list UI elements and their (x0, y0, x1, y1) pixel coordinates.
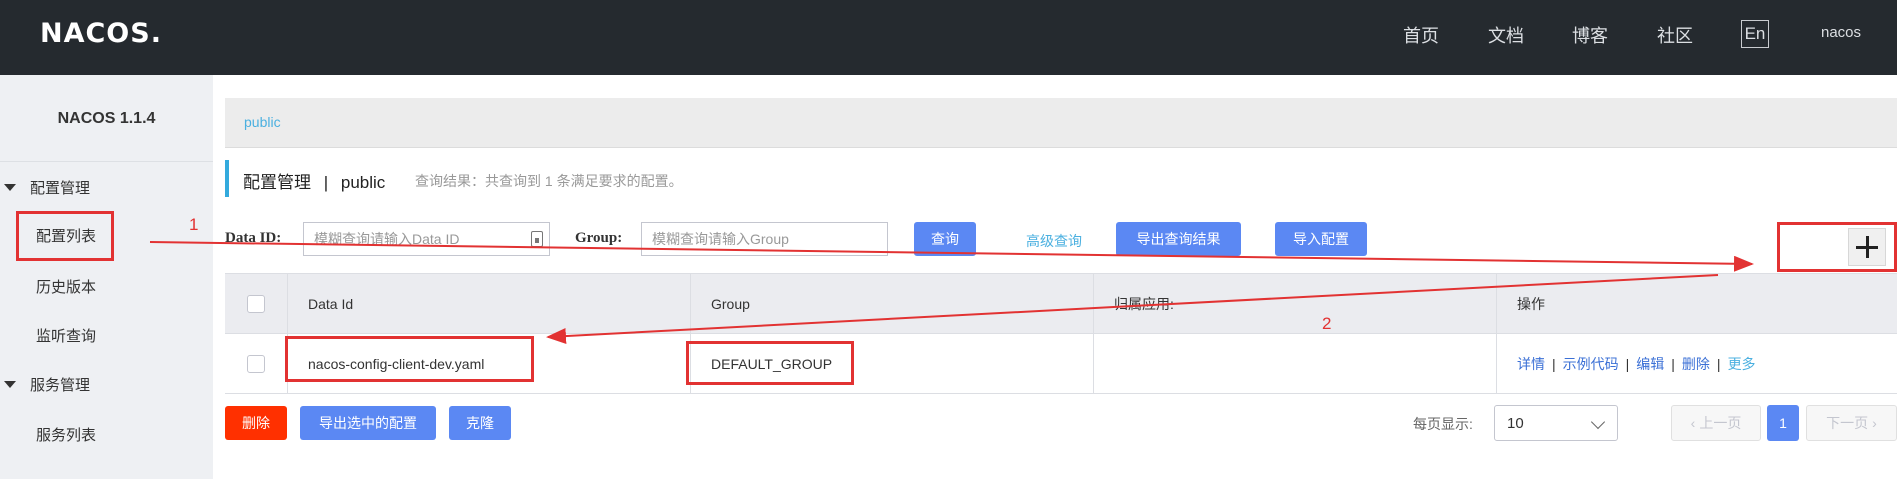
table-row: nacos-config-client-dev.yaml DEFAULT_GRO… (225, 334, 1897, 394)
sidebar-item-listener-query[interactable]: 监听查询 (36, 325, 96, 346)
namespace-link-public[interactable]: public (244, 114, 281, 130)
delete-selected-button[interactable]: 删除 (225, 406, 287, 440)
page-size-label: 每页显示: (1413, 416, 1473, 432)
action-detail-link[interactable]: 详情 (1517, 354, 1545, 374)
select-all-checkbox[interactable] (247, 295, 265, 313)
keyboard-icon (531, 231, 543, 247)
page-1-button[interactable]: 1 (1767, 405, 1799, 441)
sidebar-group-label: 配置管理 (30, 179, 91, 197)
export-selected-button[interactable]: 导出选中的配置 (300, 406, 436, 440)
select-all-cell (225, 274, 288, 334)
chevron-left-icon: ‹ (1690, 415, 1696, 431)
top-navbar: NACOS. 首页 文档 博客 社区 En nacos (0, 0, 1897, 75)
data-id-input[interactable]: 模糊查询请输入Data ID (303, 222, 550, 256)
import-config-button[interactable]: 导入配置 (1275, 222, 1367, 256)
sidebar-group-label: 服务管理 (30, 376, 91, 394)
language-switch-button[interactable]: En (1741, 20, 1769, 48)
page-title-text: 配置管理 | public (243, 173, 386, 192)
cell-actions: 详情 | 示例代码 | 编辑 | 删除 | 更多 (1517, 354, 1756, 374)
prev-page-button[interactable]: ‹ 上一页 (1671, 405, 1761, 441)
config-table: Data Id Group 归属应用: 操作 nacos-config-clie… (225, 273, 1897, 394)
cell-data-id: nacos-config-client-dev.yaml (288, 334, 691, 394)
page-title: 配置管理 | public 查询结果：共查询到 1 条满足要求的配置。 (225, 160, 1025, 197)
row-checkbox[interactable] (247, 355, 265, 373)
data-id-label: Data ID: (225, 230, 282, 246)
advanced-query-link[interactable]: 高级查询 (1026, 231, 1082, 251)
column-header-data-id[interactable]: Data Id (288, 274, 691, 334)
chevron-right-icon: › (1872, 415, 1877, 431)
sidebar-item-service-list[interactable]: 服务列表 (36, 424, 96, 445)
cell-app (1094, 334, 1497, 394)
query-button[interactable]: 查询 (914, 222, 976, 256)
result-hint: 查询结果：共查询到 1 条满足要求的配置。 (415, 173, 683, 189)
sidebar-group-service[interactable]: 服务管理 (0, 369, 213, 399)
sidebar-item-config-list[interactable]: 配置列表 (36, 225, 96, 246)
cell-group: DEFAULT_GROUP (691, 334, 1094, 394)
group-input[interactable]: 模糊查询请输入Group (641, 222, 888, 256)
page-size-select[interactable]: 10 (1494, 405, 1618, 441)
nacos-logo[interactable]: NACOS. (40, 18, 162, 49)
clone-button[interactable]: 克隆 (449, 406, 511, 440)
nav-docs[interactable]: 文档 (1488, 22, 1524, 48)
action-sample-code-link[interactable]: 示例代码 (1563, 354, 1619, 374)
collapse-triangle-icon (4, 380, 16, 388)
column-header-actions: 操作 (1517, 296, 1545, 312)
action-edit-link[interactable]: 编辑 (1636, 354, 1664, 374)
next-page-button[interactable]: 下一页 › (1806, 405, 1897, 441)
sidebar-version-title: NACOS 1.1.4 (57, 109, 156, 127)
table-header: Data Id Group 归属应用: 操作 (225, 274, 1897, 334)
column-header-app[interactable]: 归属应用: (1094, 274, 1497, 334)
row-select-cell (225, 334, 288, 394)
namespace-bar: public (225, 98, 1897, 148)
collapse-triangle-icon (4, 183, 16, 191)
nav-community[interactable]: 社区 (1657, 22, 1693, 48)
nav-blog[interactable]: 博客 (1572, 22, 1608, 48)
sidebar-item-history[interactable]: 历史版本 (36, 276, 96, 297)
group-label: Group: (575, 230, 623, 246)
nav-home[interactable]: 首页 (1403, 22, 1439, 48)
column-header-group[interactable]: Group (691, 274, 1094, 334)
action-delete-link[interactable]: 删除 (1682, 354, 1710, 374)
sidebar-group-config[interactable]: 配置管理 (0, 172, 213, 202)
add-config-button[interactable] (1848, 228, 1886, 266)
user-menu[interactable]: nacos (1821, 24, 1861, 41)
action-more-link[interactable]: 更多 (1728, 354, 1756, 374)
sidebar-divider (0, 161, 213, 162)
chevron-down-icon (1590, 414, 1606, 430)
export-query-results-button[interactable]: 导出查询结果 (1116, 222, 1241, 256)
